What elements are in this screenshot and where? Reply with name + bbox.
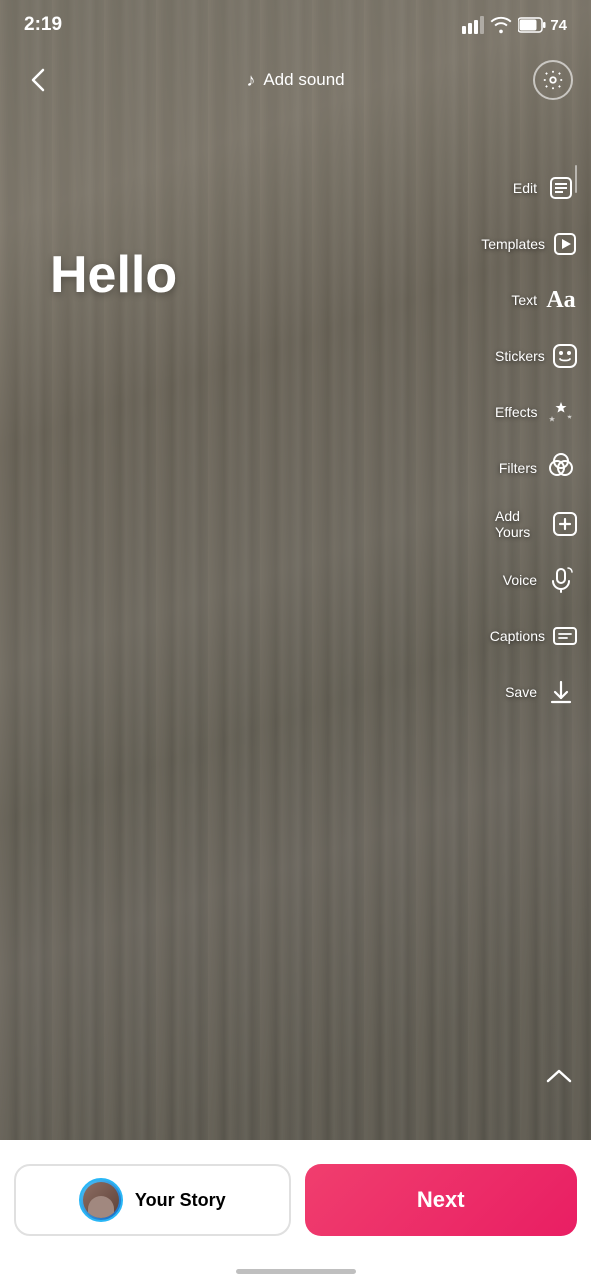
toolbar-captions[interactable]: Captions	[491, 608, 583, 664]
edit-label: Edit	[513, 180, 537, 196]
toolbar-templates[interactable]: Templates	[491, 216, 583, 272]
bottom-bar: Your Story Next	[0, 1140, 591, 1280]
voice-label: Voice	[503, 572, 537, 588]
toolbar-add-yours[interactable]: Add Yours	[491, 496, 583, 552]
avatar	[83, 1182, 119, 1218]
save-icon	[543, 674, 579, 710]
avatar-ring	[79, 1178, 123, 1222]
toolbar-text[interactable]: Text Aa	[491, 272, 583, 328]
captions-icon	[551, 618, 579, 654]
add-yours-icon	[551, 506, 579, 542]
text-label: Text	[511, 292, 537, 308]
toolbar-voice[interactable]: Voice	[491, 552, 583, 608]
your-story-button[interactable]: Your Story	[14, 1164, 291, 1236]
toolbar-filters[interactable]: Filters	[491, 440, 583, 496]
effects-icon	[544, 394, 579, 430]
gear-icon	[542, 69, 564, 91]
next-button[interactable]: Next	[305, 1164, 578, 1236]
toolbar-divider	[575, 165, 577, 193]
edit-icon	[543, 170, 579, 206]
music-icon: ♪	[246, 70, 255, 91]
effects-label: Effects	[495, 404, 538, 420]
wifi-icon	[490, 16, 512, 34]
stickers-icon	[551, 338, 579, 374]
top-bar: ♪ Add sound	[0, 50, 591, 110]
status-time: 2:19	[24, 14, 62, 36]
voice-icon	[543, 562, 579, 598]
save-label: Save	[505, 684, 537, 700]
toolbar-effects[interactable]: Effects	[491, 384, 583, 440]
settings-button[interactable]	[533, 60, 573, 100]
add-yours-label: Add Yours	[495, 508, 545, 540]
add-sound-label: Add sound	[263, 70, 344, 90]
back-button[interactable]	[18, 60, 58, 100]
signal-icon	[462, 16, 484, 34]
next-label: Next	[417, 1187, 465, 1213]
home-indicator	[236, 1269, 356, 1274]
collapse-button[interactable]	[541, 1059, 577, 1095]
stickers-label: Stickers	[495, 348, 545, 364]
filters-label: Filters	[499, 460, 537, 476]
templates-label: Templates	[481, 236, 545, 252]
templates-icon	[551, 226, 579, 262]
toolbar-edit[interactable]: Edit	[491, 160, 583, 216]
right-toolbar: Edit Templates Text Aa Stickers	[491, 160, 591, 720]
battery-percent: 74	[550, 17, 567, 34]
filters-icon	[543, 450, 579, 486]
status-bar: 2:19 74	[0, 0, 591, 50]
status-icons: 74	[462, 16, 567, 34]
toolbar-save[interactable]: Save	[491, 664, 583, 720]
avatar-person	[88, 1196, 114, 1218]
text-icon: Aa	[543, 282, 579, 318]
your-story-label: Your Story	[135, 1190, 226, 1211]
add-sound-button[interactable]: ♪ Add sound	[246, 70, 344, 91]
toolbar-stickers[interactable]: Stickers	[491, 328, 583, 384]
captions-label: Captions	[490, 628, 545, 644]
battery-indicator: 74	[518, 17, 567, 34]
story-text: Hello	[50, 245, 177, 305]
